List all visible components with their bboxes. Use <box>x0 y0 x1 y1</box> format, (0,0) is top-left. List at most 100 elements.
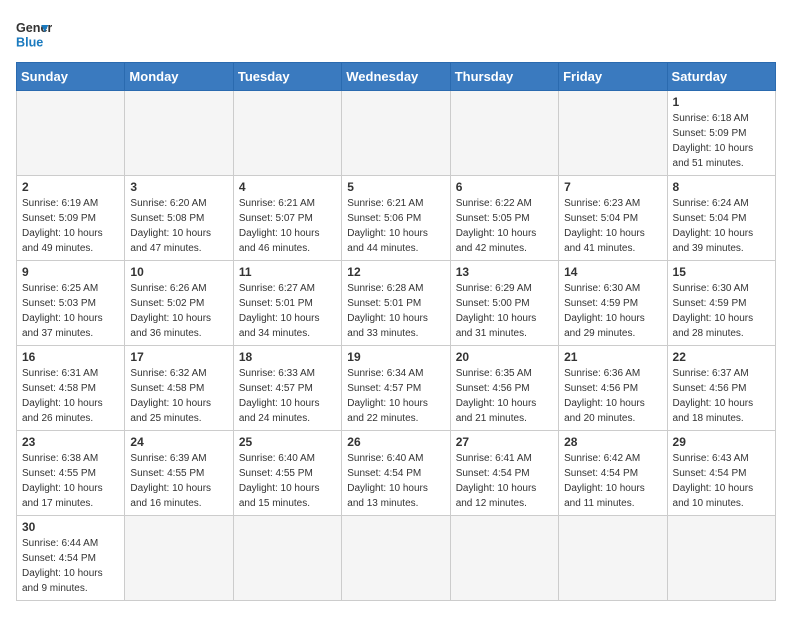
calendar-cell: 20 Sunrise: 6:35 AM Sunset: 4:56 PM Dayli… <box>450 346 558 431</box>
day-info: Sunrise: 6:39 AM Sunset: 4:55 PM Dayligh… <box>130 451 227 511</box>
day-info: Sunrise: 6:28 AM Sunset: 5:01 PM Dayligh… <box>347 281 444 341</box>
day-info: Sunrise: 6:19 AM Sunset: 5:09 PM Dayligh… <box>22 196 119 256</box>
day-number: 16 <box>22 350 119 364</box>
calendar-cell: 24 Sunrise: 6:39 AM Sunset: 4:55 PM Dayli… <box>125 431 233 516</box>
weekday-header-monday: Monday <box>125 63 233 91</box>
calendar-cell: 16 Sunrise: 6:31 AM Sunset: 4:58 PM Dayli… <box>17 346 125 431</box>
calendar-row-6: 30Sunrise: 6:44 AM Sunset: 4:54 PM Dayli… <box>17 516 776 601</box>
day-number: 8 <box>673 180 770 194</box>
calendar-row-2: 2 Sunrise: 6:19 AM Sunset: 5:09 PM Daylig… <box>17 176 776 261</box>
day-info: Sunrise: 6:30 AM Sunset: 4:59 PM Dayligh… <box>564 281 661 341</box>
calendar-cell: 7 Sunrise: 6:23 AM Sunset: 5:04 PM Daylig… <box>559 176 667 261</box>
day-info: Sunrise: 6:32 AM Sunset: 4:58 PM Dayligh… <box>130 366 227 426</box>
day-info: Sunrise: 6:22 AM Sunset: 5:05 PM Dayligh… <box>456 196 553 256</box>
calendar-cell <box>559 516 667 601</box>
day-info: Sunrise: 6:36 AM Sunset: 4:56 PM Dayligh… <box>564 366 661 426</box>
calendar-cell: 18 Sunrise: 6:33 AM Sunset: 4:57 PM Dayli… <box>233 346 341 431</box>
calendar-cell: 13Sunrise: 6:29 AM Sunset: 5:00 PM Dayli… <box>450 261 558 346</box>
day-info: Sunrise: 6:20 AM Sunset: 5:08 PM Dayligh… <box>130 196 227 256</box>
day-number: 30 <box>22 520 119 534</box>
calendar-cell <box>342 91 450 176</box>
weekday-header-tuesday: Tuesday <box>233 63 341 91</box>
day-number: 19 <box>347 350 444 364</box>
calendar-cell: 5Sunrise: 6:21 AM Sunset: 5:06 PM Daylig… <box>342 176 450 261</box>
day-number: 27 <box>456 435 553 449</box>
weekday-header-row: SundayMondayTuesdayWednesdayThursdayFrid… <box>17 63 776 91</box>
weekday-header-sunday: Sunday <box>17 63 125 91</box>
day-number: 9 <box>22 265 119 279</box>
calendar-cell: 23 Sunrise: 6:38 AM Sunset: 4:55 PM Dayli… <box>17 431 125 516</box>
calendar-table: SundayMondayTuesdayWednesdayThursdayFrid… <box>16 62 776 601</box>
logo: General Blue <box>16 16 52 52</box>
weekday-header-thursday: Thursday <box>450 63 558 91</box>
calendar-cell <box>233 516 341 601</box>
day-info: Sunrise: 6:26 AM Sunset: 5:02 PM Dayligh… <box>130 281 227 341</box>
day-number: 7 <box>564 180 661 194</box>
day-info: Sunrise: 6:41 AM Sunset: 4:54 PM Dayligh… <box>456 451 553 511</box>
general-blue-logo-icon: General Blue <box>16 16 52 52</box>
calendar-cell <box>342 516 450 601</box>
day-info: Sunrise: 6:27 AM Sunset: 5:01 PM Dayligh… <box>239 281 336 341</box>
day-info: Sunrise: 6:33 AM Sunset: 4:57 PM Dayligh… <box>239 366 336 426</box>
weekday-header-saturday: Saturday <box>667 63 775 91</box>
day-number: 29 <box>673 435 770 449</box>
calendar-cell <box>450 516 558 601</box>
calendar-cell <box>559 91 667 176</box>
calendar-cell: 4Sunrise: 6:21 AM Sunset: 5:07 PM Daylig… <box>233 176 341 261</box>
svg-text:Blue: Blue <box>16 36 43 50</box>
day-number: 20 <box>456 350 553 364</box>
calendar-cell: 2 Sunrise: 6:19 AM Sunset: 5:09 PM Daylig… <box>17 176 125 261</box>
calendar-cell: 14Sunrise: 6:30 AM Sunset: 4:59 PM Dayli… <box>559 261 667 346</box>
day-info: Sunrise: 6:43 AM Sunset: 4:54 PM Dayligh… <box>673 451 770 511</box>
calendar-cell: 21Sunrise: 6:36 AM Sunset: 4:56 PM Dayli… <box>559 346 667 431</box>
calendar-row-1: 1Sunrise: 6:18 AM Sunset: 5:09 PM Daylig… <box>17 91 776 176</box>
day-info: Sunrise: 6:24 AM Sunset: 5:04 PM Dayligh… <box>673 196 770 256</box>
day-number: 23 <box>22 435 119 449</box>
day-info: Sunrise: 6:34 AM Sunset: 4:57 PM Dayligh… <box>347 366 444 426</box>
day-info: Sunrise: 6:35 AM Sunset: 4:56 PM Dayligh… <box>456 366 553 426</box>
day-info: Sunrise: 6:23 AM Sunset: 5:04 PM Dayligh… <box>564 196 661 256</box>
day-number: 22 <box>673 350 770 364</box>
day-number: 3 <box>130 180 227 194</box>
calendar-cell: 26 Sunrise: 6:40 AM Sunset: 4:54 PM Dayli… <box>342 431 450 516</box>
calendar-cell <box>125 516 233 601</box>
calendar-cell: 15Sunrise: 6:30 AM Sunset: 4:59 PM Dayli… <box>667 261 775 346</box>
day-number: 11 <box>239 265 336 279</box>
calendar-cell: 29 Sunrise: 6:43 AM Sunset: 4:54 PM Dayli… <box>667 431 775 516</box>
day-info: Sunrise: 6:38 AM Sunset: 4:55 PM Dayligh… <box>22 451 119 511</box>
day-info: Sunrise: 6:37 AM Sunset: 4:56 PM Dayligh… <box>673 366 770 426</box>
calendar-cell: 30Sunrise: 6:44 AM Sunset: 4:54 PM Dayli… <box>17 516 125 601</box>
day-info: Sunrise: 6:40 AM Sunset: 4:54 PM Dayligh… <box>347 451 444 511</box>
day-number: 18 <box>239 350 336 364</box>
calendar-cell: 25Sunrise: 6:40 AM Sunset: 4:55 PM Dayli… <box>233 431 341 516</box>
calendar-cell: 27 Sunrise: 6:41 AM Sunset: 4:54 PM Dayli… <box>450 431 558 516</box>
weekday-header-friday: Friday <box>559 63 667 91</box>
calendar-cell: 22 Sunrise: 6:37 AM Sunset: 4:56 PM Dayli… <box>667 346 775 431</box>
calendar-cell: 8 Sunrise: 6:24 AM Sunset: 5:04 PM Daylig… <box>667 176 775 261</box>
calendar-cell <box>17 91 125 176</box>
calendar-cell <box>125 91 233 176</box>
calendar-cell: 19 Sunrise: 6:34 AM Sunset: 4:57 PM Dayli… <box>342 346 450 431</box>
day-info: Sunrise: 6:30 AM Sunset: 4:59 PM Dayligh… <box>673 281 770 341</box>
day-number: 12 <box>347 265 444 279</box>
day-number: 5 <box>347 180 444 194</box>
calendar-cell <box>233 91 341 176</box>
day-number: 25 <box>239 435 336 449</box>
day-info: Sunrise: 6:18 AM Sunset: 5:09 PM Dayligh… <box>673 111 770 171</box>
calendar-cell: 10 Sunrise: 6:26 AM Sunset: 5:02 PM Dayli… <box>125 261 233 346</box>
day-number: 26 <box>347 435 444 449</box>
calendar-cell <box>450 91 558 176</box>
calendar-row-4: 16 Sunrise: 6:31 AM Sunset: 4:58 PM Dayli… <box>17 346 776 431</box>
day-number: 10 <box>130 265 227 279</box>
day-number: 4 <box>239 180 336 194</box>
calendar-cell: 17 Sunrise: 6:32 AM Sunset: 4:58 PM Dayli… <box>125 346 233 431</box>
day-number: 2 <box>22 180 119 194</box>
calendar-cell: 28Sunrise: 6:42 AM Sunset: 4:54 PM Dayli… <box>559 431 667 516</box>
page-header: General Blue <box>16 16 776 52</box>
day-info: Sunrise: 6:31 AM Sunset: 4:58 PM Dayligh… <box>22 366 119 426</box>
day-number: 17 <box>130 350 227 364</box>
calendar-cell: 11 Sunrise: 6:27 AM Sunset: 5:01 PM Dayli… <box>233 261 341 346</box>
day-number: 24 <box>130 435 227 449</box>
day-number: 6 <box>456 180 553 194</box>
weekday-header-wednesday: Wednesday <box>342 63 450 91</box>
